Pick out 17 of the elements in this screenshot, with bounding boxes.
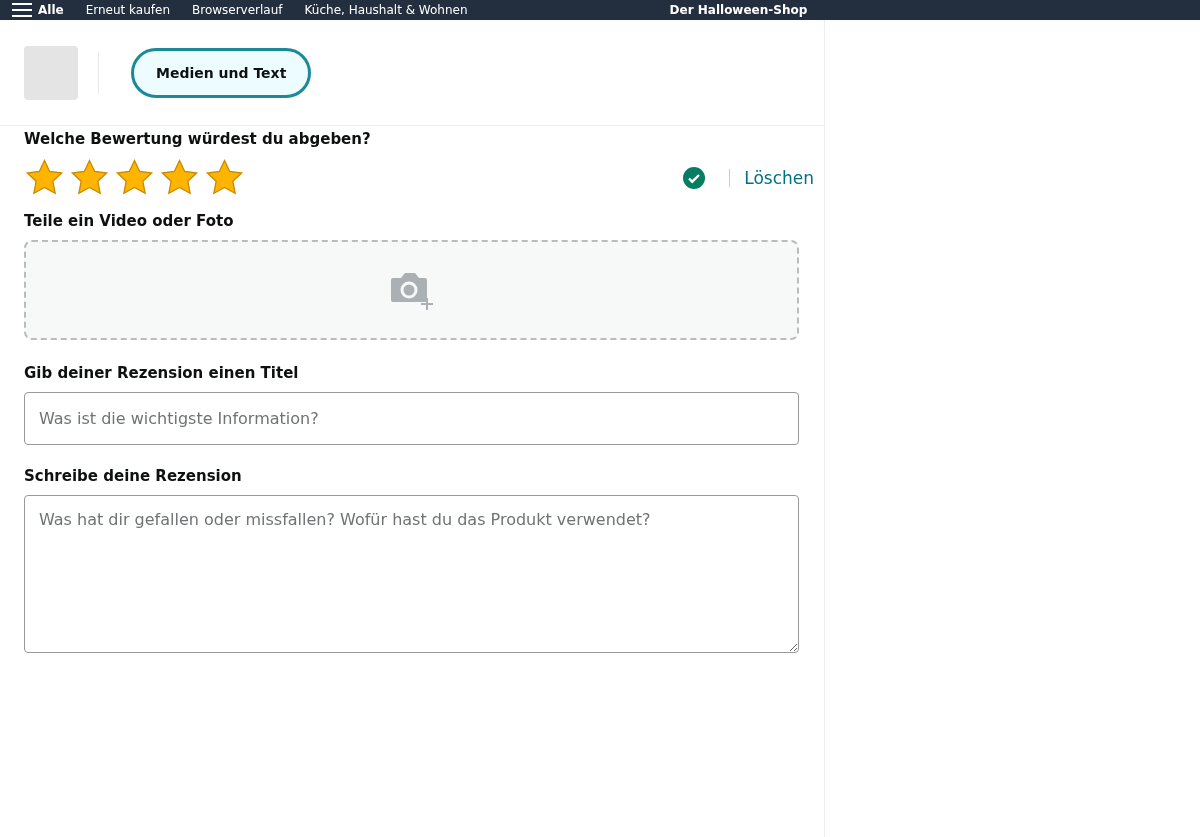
nav-link[interactable]: Alle <box>38 3 64 17</box>
media-label: Teile ein Video oder Foto <box>24 212 235 230</box>
nav-link[interactable]: Erneut kaufen <box>85 3 170 17</box>
title-label: Gib deiner Rezension einen Titel <box>24 364 300 382</box>
media-text-tab[interactable]: Medien und Text <box>131 47 312 98</box>
upload-area[interactable] <box>24 240 799 340</box>
rating-question: Welche Bewertung würdest du abgeben? <box>24 130 372 148</box>
nav-link[interactable]: Küche, Haushalt & Wohnen <box>304 3 468 17</box>
clear-link[interactable]: Löschen <box>744 168 814 188</box>
title-input[interactable]: Was ist die wichtigste Information? <box>24 392 799 445</box>
review-label: Schreibe deine Rezension <box>24 467 243 485</box>
promo-link[interactable]: Der Halloween-Shop <box>669 3 808 17</box>
nav-link[interactable]: Browserverlauf <box>192 3 283 17</box>
camera-plus-icon <box>388 270 435 310</box>
menu-icon[interactable] <box>12 3 32 17</box>
review-textarea[interactable]: Was hat dir gefallen oder missfallen? Wofür hast du das Produkt verwendet? <box>24 495 799 653</box>
photo-placeholder <box>24 45 78 100</box>
